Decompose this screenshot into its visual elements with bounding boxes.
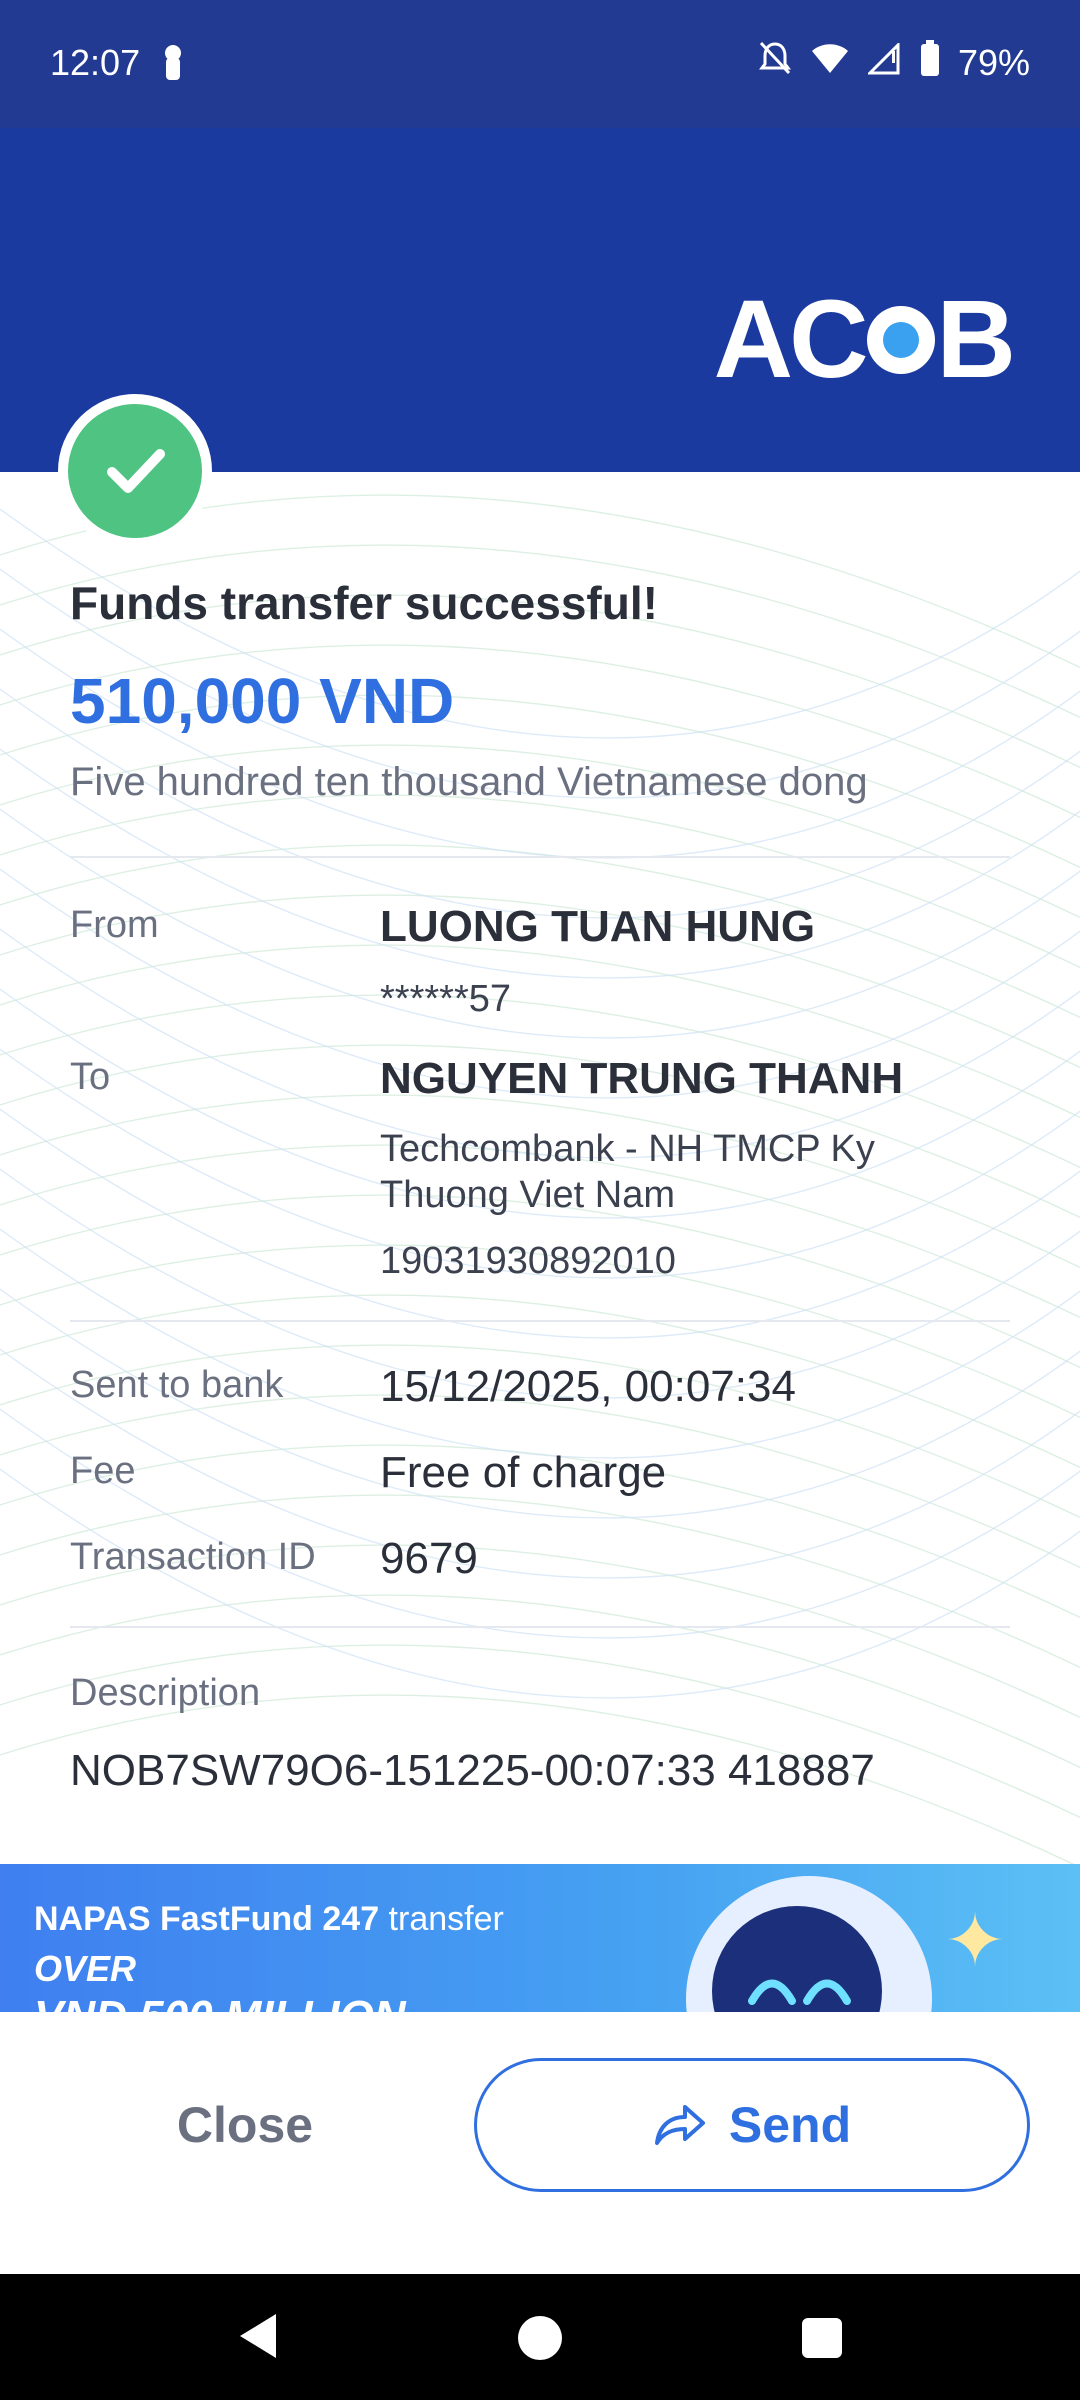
back-nav-icon[interactable] <box>236 2310 278 2367</box>
mute-bell-icon <box>758 40 792 85</box>
fee-value: Free of charge <box>380 1448 667 1497</box>
send-button[interactable]: Send <box>474 2058 1030 2192</box>
battery-percent: 79% <box>957 41 1030 83</box>
transaction-id-label: Transaction ID <box>70 1536 316 1578</box>
action-bar: Close Send <box>0 2012 1080 2274</box>
battery-icon <box>920 40 940 85</box>
wifi-icon <box>810 42 850 84</box>
share-arrow-icon <box>654 2105 705 2145</box>
amount-in-words: Five hundred ten thousand Vietnamese don… <box>70 760 868 804</box>
description-value: NOB7SW79O6-151225-00:07:33 418887 <box>70 1746 875 1795</box>
recipient-account: 19031930892010 <box>380 1240 676 1282</box>
divider <box>70 856 1010 858</box>
promo-headline: NAPAS FastFund 247 transfer <box>34 1900 504 1938</box>
send-button-label: Send <box>728 2097 852 2153</box>
acb-logo: ACB <box>713 278 1016 401</box>
to-label: To <box>70 1056 111 1098</box>
transaction-id-value: 9679 <box>380 1534 478 1583</box>
status-bar: 12:07 79% <box>0 0 1080 128</box>
success-title: Funds transfer successful! <box>70 577 658 629</box>
sender-account: ******57 <box>380 978 511 1020</box>
success-check-badge <box>58 394 212 548</box>
transfer-amount: 510,000 VND <box>70 665 455 737</box>
user-icon <box>162 44 184 85</box>
recipient-bank: Techcombank - NH TMCP Ky Thuong Viet Nam <box>380 1128 875 1216</box>
recipient-name: NGUYEN TRUNG THANH <box>380 1054 904 1103</box>
promo-subline: OVER <box>34 1948 137 1989</box>
sent-to-bank-label: Sent to bank <box>70 1364 284 1406</box>
promo-amount: VND 500 MILLION <box>34 1992 406 2012</box>
robot-mascot-icon <box>686 1876 932 2012</box>
from-label: From <box>70 904 159 946</box>
status-time: 12:07 <box>50 42 141 83</box>
sender-name: LUONG TUAN HUNG <box>380 902 816 951</box>
checkmark-icon <box>107 449 165 493</box>
system-nav-bar <box>0 2274 1080 2400</box>
signal-icon <box>866 40 902 84</box>
sent-to-bank-time: 15/12/2025, 00:07:34 <box>380 1362 796 1411</box>
close-button[interactable]: Close <box>60 2058 430 2192</box>
fee-label: Fee <box>70 1450 136 1492</box>
description-label: Description <box>70 1672 261 1714</box>
promo-banner[interactable]: NAPAS FastFund 247 transfer OVER VND 500… <box>0 1864 1080 2012</box>
sparkle-icon: ✦ <box>944 1899 1007 1982</box>
recents-nav-icon[interactable] <box>802 2318 842 2358</box>
divider <box>70 1626 1010 1628</box>
divider <box>70 1320 1010 1322</box>
home-nav-icon[interactable] <box>518 2316 562 2360</box>
